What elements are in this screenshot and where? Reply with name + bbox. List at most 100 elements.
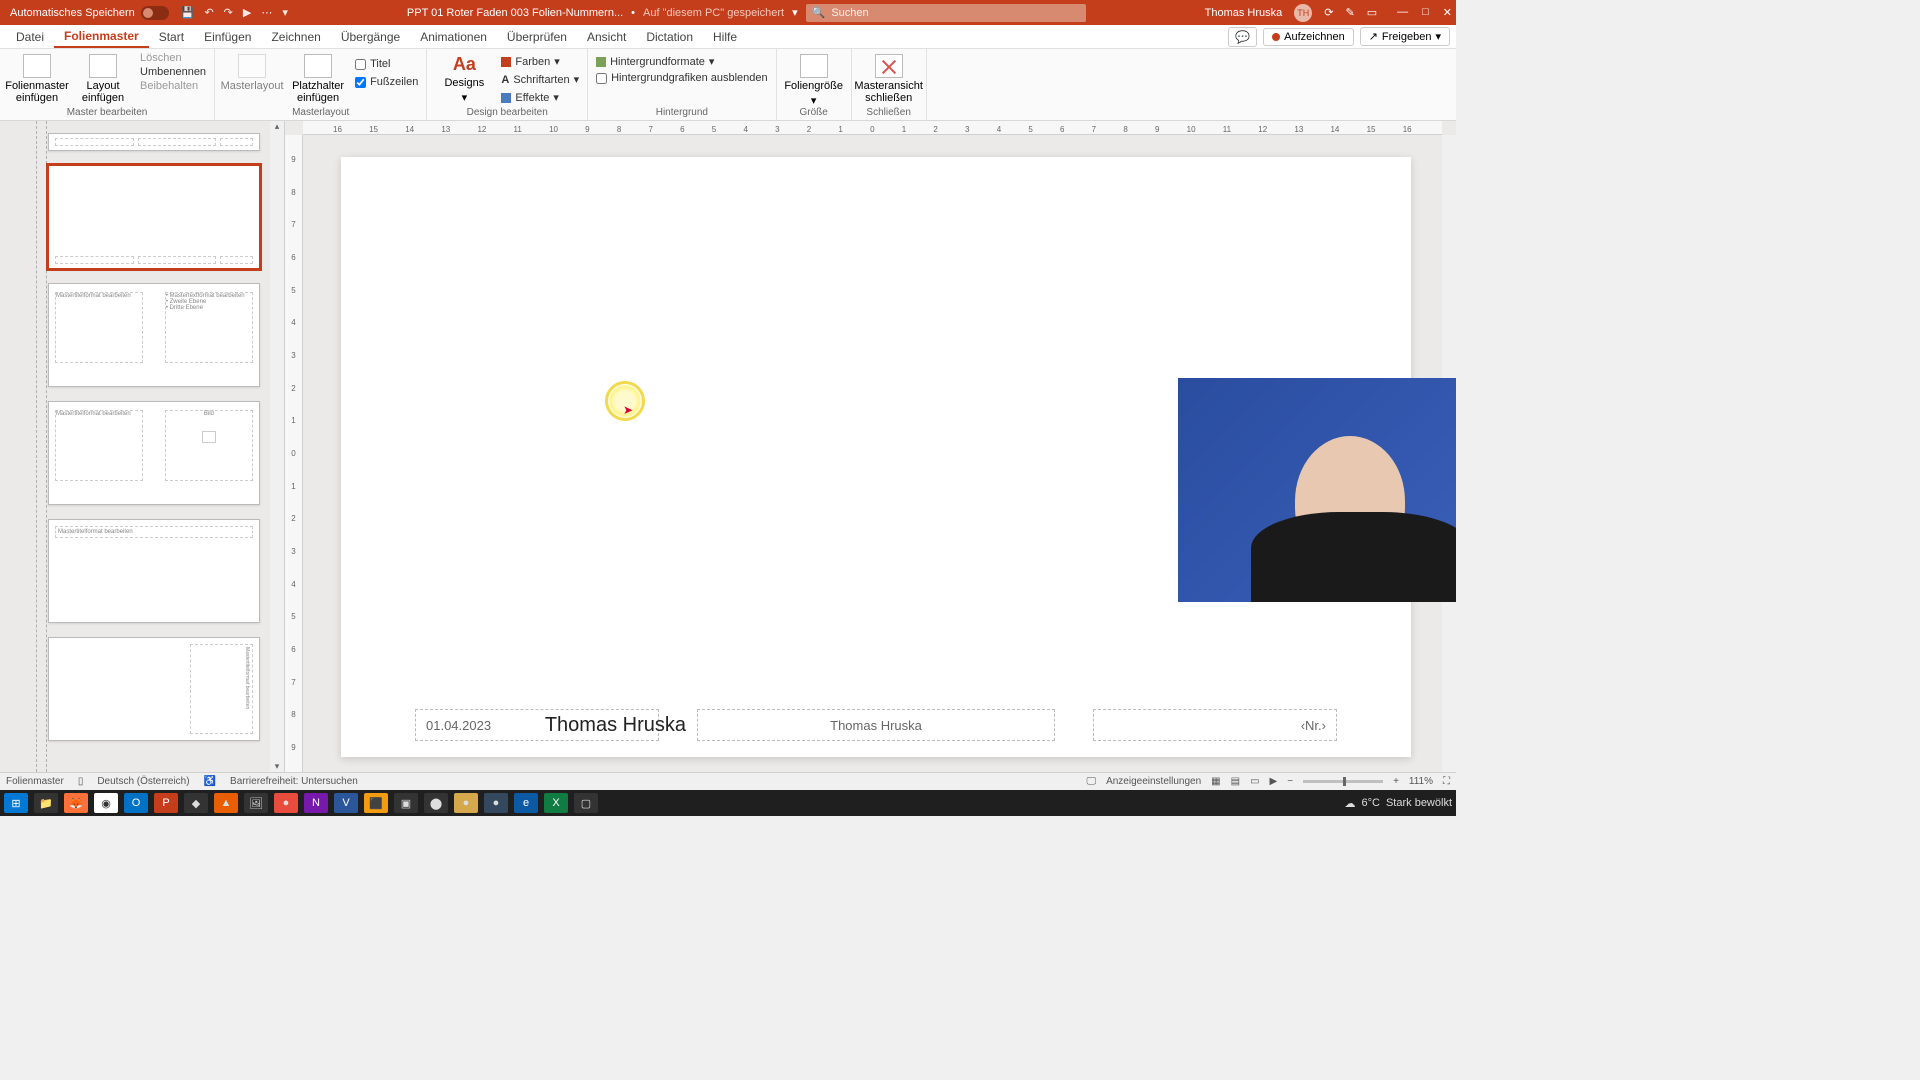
redo-icon[interactable]: ↷ [224, 6, 233, 19]
view-slideshow-icon[interactable]: ▶ [1270, 776, 1278, 787]
group-close: Masteransicht schließen Schließen [852, 49, 927, 120]
status-display[interactable]: Anzeigeeinstellungen [1106, 776, 1201, 787]
tab-dictation[interactable]: Dictation [636, 25, 703, 48]
tab-ueberpruefen[interactable]: Überprüfen [497, 25, 577, 48]
tab-uebergaenge[interactable]: Übergänge [331, 25, 410, 48]
qat-dropdown-icon[interactable]: ▾ [282, 6, 288, 19]
insert-layout-button[interactable]: Layout einfügen [74, 52, 132, 104]
start-button[interactable]: ⊞ [4, 793, 28, 813]
outlook-icon[interactable]: O [124, 793, 148, 813]
thumbnail-scrollbar[interactable]: ▴▾ [270, 121, 284, 772]
save-icon[interactable]: 💾 [181, 6, 195, 19]
visio-icon[interactable]: V [334, 793, 358, 813]
tab-folienmaster[interactable]: Folienmaster [54, 25, 149, 48]
edge-icon[interactable]: e [514, 793, 538, 813]
effects-label: Effekte [515, 92, 549, 104]
title-dropdown-icon[interactable]: ▾ [792, 6, 798, 19]
date-placeholder[interactable]: 01.04.2023 Thomas Hruska [415, 709, 659, 741]
app-icon[interactable]: ◆ [184, 793, 208, 813]
fonts-label: Schriftarten [513, 74, 569, 86]
rename-button[interactable]: Umbenennen [140, 66, 206, 78]
sync-icon[interactable]: ⟳ [1324, 6, 1333, 19]
minimize-icon[interactable]: — [1397, 6, 1408, 19]
user-avatar[interactable]: TH [1294, 4, 1312, 22]
close-master-button[interactable]: Masteransicht schließen [860, 52, 918, 104]
status-mode[interactable]: Folienmaster [6, 776, 64, 787]
layout-thumbnail[interactable]: Mastertitelformat bearbeiten Bild [48, 401, 260, 505]
zoom-out-icon[interactable]: − [1287, 776, 1293, 787]
save-status[interactable]: Auf "diesem PC" gespeichert [643, 7, 784, 19]
zoom-in-icon[interactable]: + [1393, 776, 1399, 787]
title-bar: Automatisches Speichern 💾 ↶ ↷ ▶ ⋯ ▾ PPT … [0, 0, 1456, 25]
coming-soon-icon[interactable]: ✎ [1346, 6, 1355, 19]
insert-slidemaster-button[interactable]: Folienmaster einfügen [8, 52, 66, 104]
tab-hilfe[interactable]: Hilfe [703, 25, 747, 48]
app-icon[interactable]: ● [454, 793, 478, 813]
layout-thumbnail[interactable]: Mastertitelformat bearbeiten [48, 519, 260, 623]
slide-size-button[interactable]: Foliengröße ▾ [785, 52, 843, 107]
layout-thumbnail-selected[interactable] [48, 165, 260, 269]
weather-desc: Stark bewölkt [1386, 797, 1452, 809]
search-input[interactable] [831, 7, 1079, 19]
autosave-toggle[interactable]: Automatisches Speichern [10, 6, 169, 20]
document-title[interactable]: PPT 01 Roter Faden 003 Folien-Nummern... [407, 7, 623, 19]
insert-placeholder-button[interactable]: Platzhalter einfügen [289, 52, 347, 104]
undo-icon[interactable]: ↶ [204, 6, 213, 19]
tab-einfuegen[interactable]: Einfügen [194, 25, 261, 48]
app-icon[interactable]: ▢ [574, 793, 598, 813]
layout-thumbnail[interactable]: Mastertitelformat bearbeiten • Mastertex… [48, 283, 260, 387]
view-sorter-icon[interactable]: ▤ [1231, 776, 1240, 787]
fit-window-icon[interactable]: ⛶ [1443, 776, 1450, 787]
ribbon-mode-icon[interactable]: ▭ [1367, 6, 1377, 19]
colors-dropdown[interactable]: Farben ▾ [501, 54, 579, 69]
close-icon[interactable]: ✕ [1443, 6, 1452, 19]
close-master-icon [875, 54, 903, 78]
slide-number-placeholder[interactable]: ‹Nr.› [1093, 709, 1337, 741]
file-explorer-icon[interactable]: 📁 [34, 793, 58, 813]
vlc-icon[interactable]: ▲ [214, 793, 238, 813]
status-accessibility[interactable]: Barrierefreiheit: Untersuchen [230, 776, 358, 787]
view-normal-icon[interactable]: ▦ [1211, 776, 1220, 787]
zoom-level[interactable]: 111% [1409, 776, 1433, 787]
footer-checkbox[interactable]: Fußzeilen [355, 76, 418, 88]
tab-start[interactable]: Start [149, 25, 194, 48]
onenote-icon[interactable]: N [304, 793, 328, 813]
firefox-icon[interactable]: 🦊 [64, 793, 88, 813]
share-button[interactable]: ↗Freigeben▾ [1360, 27, 1450, 46]
layout-thumbnail[interactable]: Mastertitelformat bearbeiten [48, 637, 260, 741]
share-icon: ↗ [1369, 30, 1378, 43]
toggle-switch-icon[interactable] [141, 6, 169, 20]
layout-thumbnail[interactable] [48, 133, 260, 151]
maximize-icon[interactable]: □ [1422, 6, 1429, 19]
app-icon[interactable]: 🖼 [244, 793, 268, 813]
title-checkbox[interactable]: Titel [355, 58, 418, 70]
more-icon[interactable]: ⋯ [261, 6, 272, 19]
user-name-label[interactable]: Thomas Hruska [1205, 7, 1283, 19]
comments-icon[interactable]: 💬 [1228, 27, 1257, 47]
fonts-dropdown[interactable]: ASchriftarten ▾ [501, 72, 579, 87]
footer-placeholder[interactable]: Thomas Hruska [697, 709, 1055, 741]
designs-button[interactable]: Aa Designs ▾ [435, 52, 493, 104]
tab-datei[interactable]: Datei [6, 25, 54, 48]
app-icon[interactable]: ● [274, 793, 298, 813]
status-language[interactable]: Deutsch (Österreich) [97, 776, 189, 787]
obs-icon[interactable]: ⬤ [424, 793, 448, 813]
excel-icon[interactable]: X [544, 793, 568, 813]
tab-animationen[interactable]: Animationen [410, 25, 497, 48]
search-box[interactable]: 🔍 [806, 4, 1086, 22]
hide-bg-checkbox[interactable]: Hintergrundgrafiken ausblenden [596, 72, 768, 84]
powerpoint-icon[interactable]: P [154, 793, 178, 813]
record-button[interactable]: Aufzeichnen [1263, 28, 1354, 46]
weather-widget[interactable]: ☁ 6°C Stark bewölkt [1345, 797, 1453, 810]
view-reading-icon[interactable]: ▭ [1250, 776, 1259, 787]
bg-formats-dropdown[interactable]: Hintergrundformate ▾ [596, 54, 768, 69]
app-icon[interactable]: ● [484, 793, 508, 813]
present-icon[interactable]: ▶ [243, 6, 251, 19]
zoom-slider[interactable] [1303, 780, 1383, 783]
tab-ansicht[interactable]: Ansicht [577, 25, 636, 48]
effects-dropdown[interactable]: Effekte ▾ [501, 90, 579, 105]
app-icon[interactable]: ▣ [394, 793, 418, 813]
app-icon[interactable]: ⬛ [364, 793, 388, 813]
chrome-icon[interactable]: ◉ [94, 793, 118, 813]
tab-zeichnen[interactable]: Zeichnen [261, 25, 330, 48]
